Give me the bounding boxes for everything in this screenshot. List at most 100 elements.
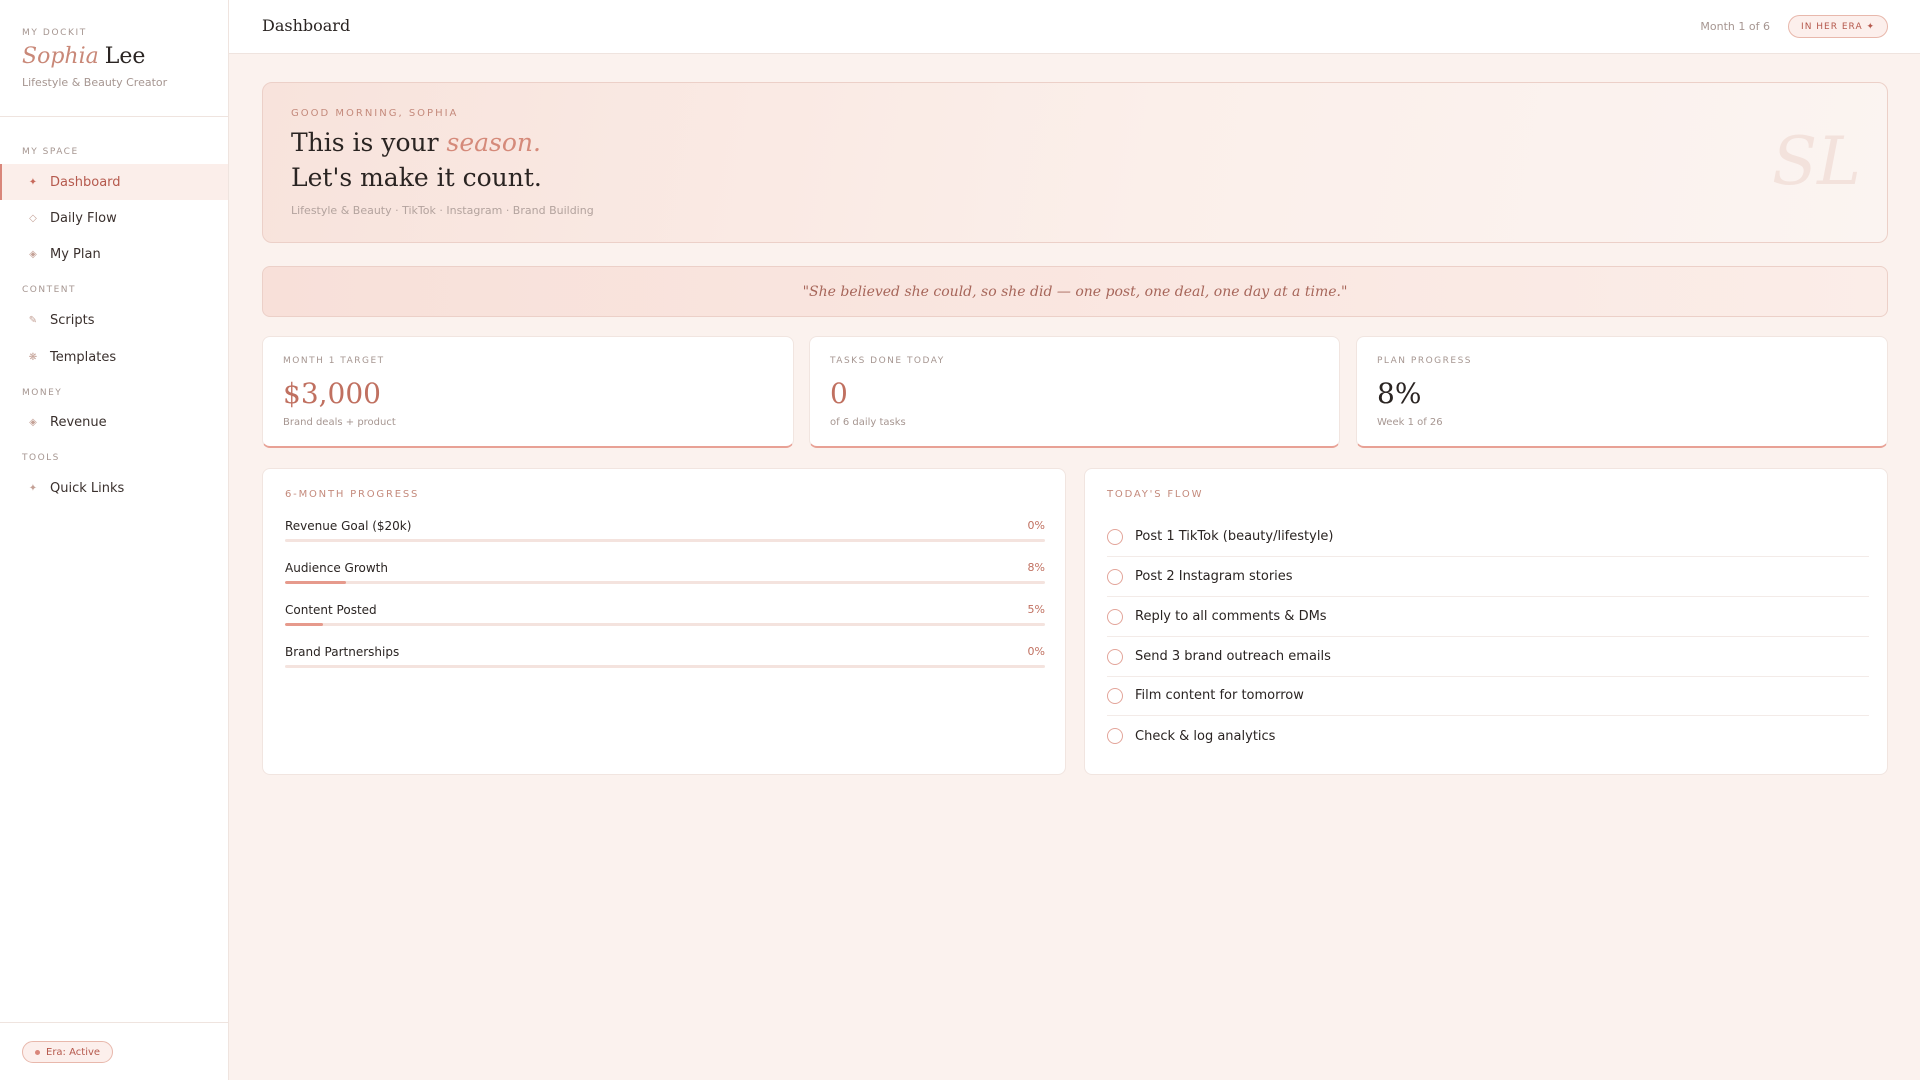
sidebar-item-label: Dashboard <box>50 174 121 190</box>
progress-track <box>285 539 1045 542</box>
brand-name: Sophia Lee <box>22 44 206 69</box>
diamond-icon: ◈ <box>29 248 37 260</box>
panel-title: 6-MONTH PROGRESS <box>285 489 420 500</box>
sidebar-item-label: Quick Links <box>50 480 125 496</box>
sidebar-item-label: My Plan <box>50 246 101 262</box>
hero-headline-prefix: This is your <box>291 128 439 157</box>
stat-card-plan-progress: PLAN PROGRESS 8% Week 1 of 26 <box>1356 336 1888 448</box>
sidebar-item-scripts[interactable]: ✎ Scripts <box>0 302 228 338</box>
task-checkbox[interactable] <box>1107 568 1123 585</box>
progress-track <box>285 581 1045 584</box>
progress-name: Brand Partnerships <box>285 645 400 659</box>
sidebar-item-label: Scripts <box>50 312 95 328</box>
progress-row-audience: Audience Growth 8% <box>285 561 1045 591</box>
page-title: Dashboard <box>262 16 351 35</box>
pencil-icon: ✎ <box>28 314 38 326</box>
sidebar-item-templates[interactable]: ❋ Templates <box>0 339 228 375</box>
task-label: Post 1 TikTok (beauty/lifestyle) <box>1135 529 1334 544</box>
stat-label: TASKS DONE TODAY <box>830 356 945 366</box>
task-checkbox[interactable] <box>1107 528 1123 545</box>
hero-banner: GOOD MORNING, SOPHIA This is your season… <box>262 82 1888 243</box>
task-label: Film content for tomorrow <box>1135 688 1304 703</box>
nav-section-money: MONEY <box>22 388 63 398</box>
brand-last-name: Lee <box>104 44 146 69</box>
stat-value: 0 <box>830 377 848 410</box>
task-item[interactable]: Film content for tomorrow <box>1107 676 1869 716</box>
task-item[interactable]: Post 1 TikTok (beauty/lifestyle) <box>1107 517 1869 557</box>
nav-section-content: CONTENT <box>22 285 77 295</box>
diamond-icon: ◈ <box>29 416 37 428</box>
progress-track <box>285 665 1045 668</box>
era-status-label: Era: Active <box>46 1046 101 1058</box>
progress-name: Revenue Goal ($20k) <box>285 519 412 533</box>
sidebar-item-dashboard[interactable]: ✦ Dashboard <box>0 164 228 200</box>
sidebar-item-label: Revenue <box>50 414 107 430</box>
stat-label: PLAN PROGRESS <box>1377 356 1473 366</box>
progress-row-revenue: Revenue Goal ($20k) 0% <box>285 519 1045 549</box>
stat-label: MONTH 1 TARGET <box>283 356 385 366</box>
sidebar-item-label: Templates <box>50 349 117 365</box>
progress-percent: 8% <box>1027 561 1045 574</box>
hero-monogram: SL <box>1771 123 1861 200</box>
sparkle-icon: ✦ <box>28 482 38 494</box>
progress-row-content: Content Posted 5% <box>285 603 1045 633</box>
brand-first-name: Sophia <box>22 44 99 69</box>
task-label: Check & log analytics <box>1135 728 1276 744</box>
era-status-badge: Era: Active <box>22 1041 114 1063</box>
sidebar-item-my-plan[interactable]: ◈ My Plan <box>0 236 228 272</box>
sidebar-footer: Era: Active <box>0 1022 228 1080</box>
progress-fill <box>285 623 323 626</box>
progress-name: Content Posted <box>285 603 377 617</box>
hero-greeting: GOOD MORNING, SOPHIA <box>291 108 459 119</box>
progress-percent: 0% <box>1027 519 1045 532</box>
hero-headline-1: This is your season. <box>291 128 541 157</box>
six-month-progress-panel: 6-MONTH PROGRESS Revenue Goal ($20k) 0% … <box>262 468 1066 775</box>
hero-headline-2: Let's make it count. <box>291 163 542 192</box>
task-label: Post 2 Instagram stories <box>1135 569 1293 584</box>
progress-row-partnerships: Brand Partnerships 0% <box>285 645 1045 675</box>
task-label: Reply to all comments & DMs <box>1135 609 1327 624</box>
motivational-quote: "She believed she could, so she did — on… <box>262 266 1888 317</box>
panel-title: TODAY'S FLOW <box>1107 489 1204 500</box>
task-checkbox[interactable] <box>1107 608 1123 625</box>
task-item[interactable]: Check & log analytics <box>1107 716 1869 756</box>
task-item[interactable]: Post 2 Instagram stories <box>1107 557 1869 597</box>
stat-value: $3,000 <box>283 377 381 410</box>
stat-sub: Week 1 of 26 <box>1377 417 1443 428</box>
stat-sub: of 6 daily tasks <box>830 417 906 428</box>
stat-card-month-target: MONTH 1 TARGET $3,000 Brand deals + prod… <box>262 336 794 448</box>
topbar: Dashboard Month 1 of 6 IN HER ERA ✦ <box>229 0 1920 54</box>
hero-tags: Lifestyle & Beauty · TikTok · Instagram … <box>291 204 594 217</box>
brand-block: MY DOCKIT Sophia Lee Lifestyle & Beauty C… <box>0 0 228 117</box>
brand-role: Lifestyle & Beauty Creator <box>22 76 168 89</box>
nav-section-my-space: MY SPACE <box>22 147 79 157</box>
diamond-outline-icon: ◇ <box>29 212 37 224</box>
month-indicator: Month 1 of 6 <box>1700 20 1770 33</box>
brand-kicker: MY DOCKIT <box>22 28 87 38</box>
sidebar-item-revenue[interactable]: ◈ Revenue <box>0 404 228 440</box>
progress-percent: 0% <box>1027 645 1045 658</box>
task-label: Send 3 brand outreach emails <box>1135 649 1331 664</box>
todays-flow-panel: TODAY'S FLOW Post 1 TikTok (beauty/lifes… <box>1084 468 1888 775</box>
nav-section-tools: TOOLS <box>22 453 60 463</box>
flower-icon: ❋ <box>28 351 38 363</box>
task-item[interactable]: Send 3 brand outreach emails <box>1107 637 1869 677</box>
stat-sub: Brand deals + product <box>283 417 396 428</box>
sidebar-item-quick-links[interactable]: ✦ Quick Links <box>0 470 228 506</box>
in-her-era-badge[interactable]: IN HER ERA ✦ <box>1788 15 1888 38</box>
task-item[interactable]: Reply to all comments & DMs <box>1107 597 1869 637</box>
hero-headline-accent: season. <box>446 128 541 157</box>
status-dot-icon <box>35 1049 40 1055</box>
task-checkbox[interactable] <box>1107 687 1123 704</box>
task-checkbox[interactable] <box>1107 648 1123 665</box>
stat-value: 8% <box>1377 377 1422 410</box>
progress-percent: 5% <box>1027 603 1045 616</box>
sparkle-icon: ✦ <box>28 176 38 188</box>
sidebar-item-daily-flow[interactable]: ◇ Daily Flow <box>0 200 228 236</box>
progress-track <box>285 623 1045 626</box>
stat-card-tasks-done: TASKS DONE TODAY 0 of 6 daily tasks <box>809 336 1340 448</box>
sidebar: MY DOCKIT Sophia Lee Lifestyle & Beauty C… <box>0 0 229 1080</box>
sidebar-item-label: Daily Flow <box>50 210 117 226</box>
progress-fill <box>285 581 346 584</box>
task-checkbox[interactable] <box>1107 728 1123 744</box>
